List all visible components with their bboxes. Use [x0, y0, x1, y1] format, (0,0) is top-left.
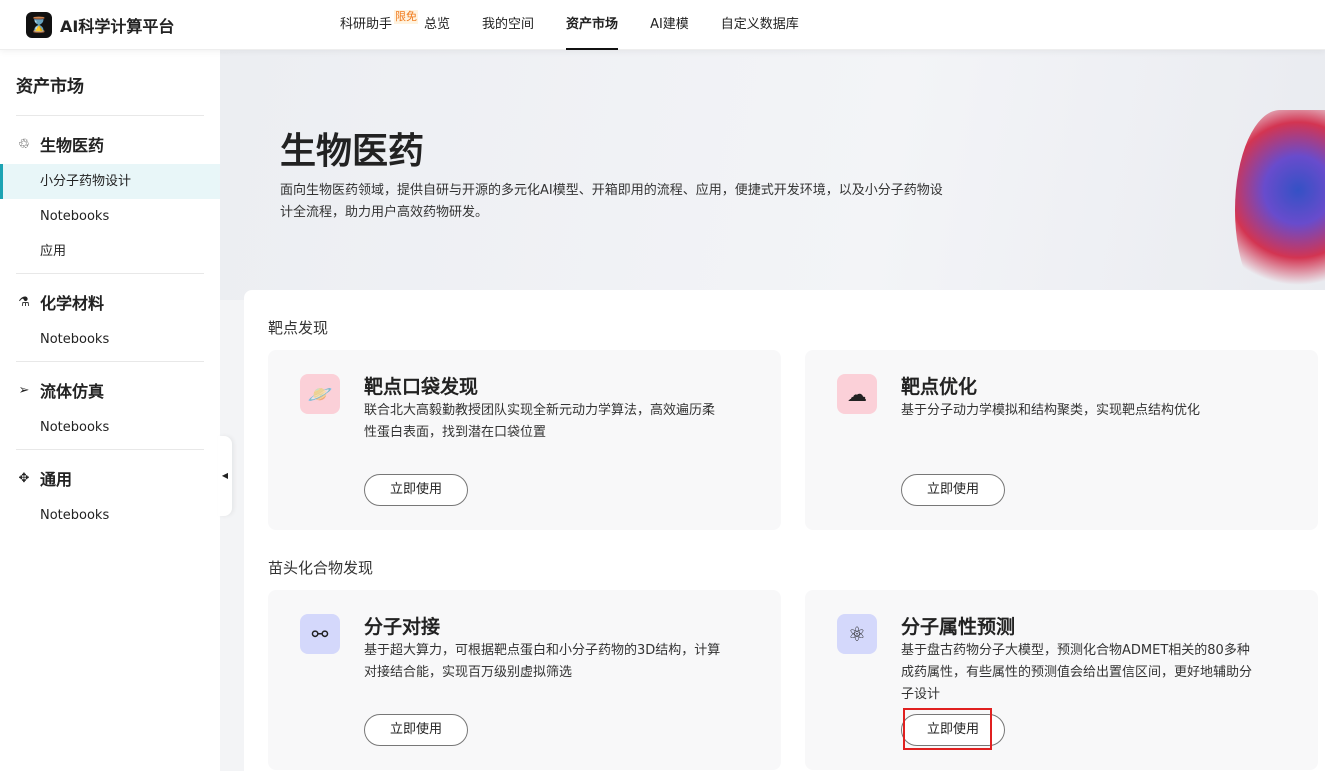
sidebar: 资产市场 ♲ 生物医药 小分子药物设计 Notebooks 应用 ⚗ 化学材料 Noteboo…	[0, 50, 220, 771]
group-label: 化学材料	[40, 294, 105, 313]
card-description: 基于盘古药物分子大模型，预测化合物ADMET相关的80多种成药属性，有些属性的预…	[901, 643, 1253, 702]
flask-icon: ⚗	[18, 294, 30, 310]
nav-item-3[interactable]: 资产市场	[550, 0, 634, 50]
asset-card[interactable]: 🪐 靶点口袋发现 联合北大高毅勤教授团队实现全新元动力学算法，高效遍历柔性蛋白表…	[268, 350, 781, 530]
sidebar-item[interactable]: Notebooks	[0, 410, 220, 445]
card-title: 分子对接	[364, 616, 441, 638]
protein-icon: ☁	[837, 374, 877, 414]
use-now-button[interactable]: 立即使用	[901, 474, 1005, 506]
sidebar-group: ✥ 通用	[0, 450, 220, 498]
sidebar-item[interactable]: Notebooks	[0, 498, 220, 533]
top-bar: ⌛ AI科学计算平台 科研助手 限免 总览 我的空间 资产市场 AI建模 自定义数据库	[0, 0, 1325, 50]
use-now-button[interactable]: 立即使用	[364, 474, 468, 506]
protein-illustration	[1235, 110, 1325, 310]
sidebar-item[interactable]: 应用	[0, 234, 220, 269]
section-title: 靶点发现	[268, 319, 329, 337]
nav-item-0[interactable]: 科研助手 限免	[340, 0, 419, 50]
nav-label: 科研助手	[340, 17, 393, 32]
nav-label: 资产市场	[566, 17, 619, 32]
nav-label: AI建模	[650, 17, 689, 32]
asset-card[interactable]: ⚛ 分子属性预测 基于盘古药物分子大模型，预测化合物ADMET相关的80多种成药…	[805, 590, 1318, 770]
hero-banner: 生物医药 面向生物医药领域，提供自研与开源的多元化AI模型、开箱即用的流程、应用…	[220, 50, 1325, 310]
card-description: 基于分子动力学模拟和结构聚类，实现靶点结构优化	[901, 403, 1201, 418]
nav-item-5[interactable]: 自定义数据库	[705, 0, 815, 50]
docking-icon: ⚯	[300, 614, 340, 654]
hero-description: 面向生物医药领域，提供自研与开源的多元化AI模型、开箱即用的流程、应用，便捷式开…	[280, 183, 943, 220]
use-now-button[interactable]: 立即使用	[901, 714, 1005, 746]
sidebar-item[interactable]: Notebooks	[0, 322, 220, 357]
use-now-button[interactable]: 立即使用	[364, 714, 468, 746]
asset-card[interactable]: ⚯ 分子对接 基于超大算力，可根据靶点蛋白和小分子药物的3D结构，计算对接结合能…	[268, 590, 781, 770]
sidebar-item[interactable]: Notebooks	[0, 199, 220, 234]
group-label: 生物医药	[40, 136, 105, 155]
app-title: AI科学计算平台	[60, 17, 175, 36]
group-label: 通用	[40, 470, 73, 489]
virus-icon: ♲	[18, 136, 30, 152]
main-nav: 科研助手 限免 总览 我的空间 资产市场 AI建模 自定义数据库	[340, 0, 815, 50]
nav-item-1[interactable]: 总览	[408, 0, 466, 50]
card-description: 联合北大高毅勤教授团队实现全新元动力学算法，高效遍历柔性蛋白表面，找到潜在口袋位…	[364, 403, 716, 440]
sidebar-group: ♲ 生物医药	[0, 116, 220, 164]
card-title: 靶点口袋发现	[364, 376, 479, 398]
nodes-icon: ✥	[18, 470, 30, 486]
sidebar-group: ➢ 流体仿真	[0, 362, 220, 410]
sidebar-group: ⚗ 化学材料	[0, 274, 220, 322]
flow-icon: ➢	[18, 382, 30, 398]
hourglass-logo-icon: ⌛	[26, 12, 52, 38]
sidebar-title: 资产市场	[16, 77, 84, 97]
nav-label: 自定义数据库	[720, 17, 799, 32]
card-title: 分子属性预测	[901, 616, 1016, 638]
section-title: 苗头化合物发现	[268, 559, 374, 577]
collapse-sidebar-button[interactable]: ◀	[218, 436, 232, 516]
planet-icon: 🪐	[300, 374, 340, 414]
card-title: 靶点优化	[901, 376, 978, 398]
group-label: 流体仿真	[40, 382, 105, 401]
molecule-icon: ⚛	[837, 614, 877, 654]
sidebar-item[interactable]: 小分子药物设计	[0, 164, 220, 199]
nav-item-4[interactable]: AI建模	[634, 0, 705, 50]
logo[interactable]: ⌛ AI科学计算平台	[26, 12, 174, 38]
asset-card[interactable]: ☁ 靶点优化 基于分子动力学模拟和结构聚类，实现靶点结构优化 立即使用	[805, 350, 1318, 530]
nav-item-2[interactable]: 我的空间	[466, 0, 550, 50]
hero-title: 生物医药	[280, 131, 425, 172]
nav-label: 我的空间	[482, 17, 535, 32]
nav-label: 总览	[424, 17, 451, 32]
content-panel: 靶点发现 🪐 靶点口袋发现 联合北大高毅勤教授团队实现全新元动力学算法，高效遍历柔…	[244, 290, 1325, 771]
card-description: 基于超大算力，可根据靶点蛋白和小分子药物的3D结构，计算对接结合能，实现百万级别…	[364, 643, 721, 680]
